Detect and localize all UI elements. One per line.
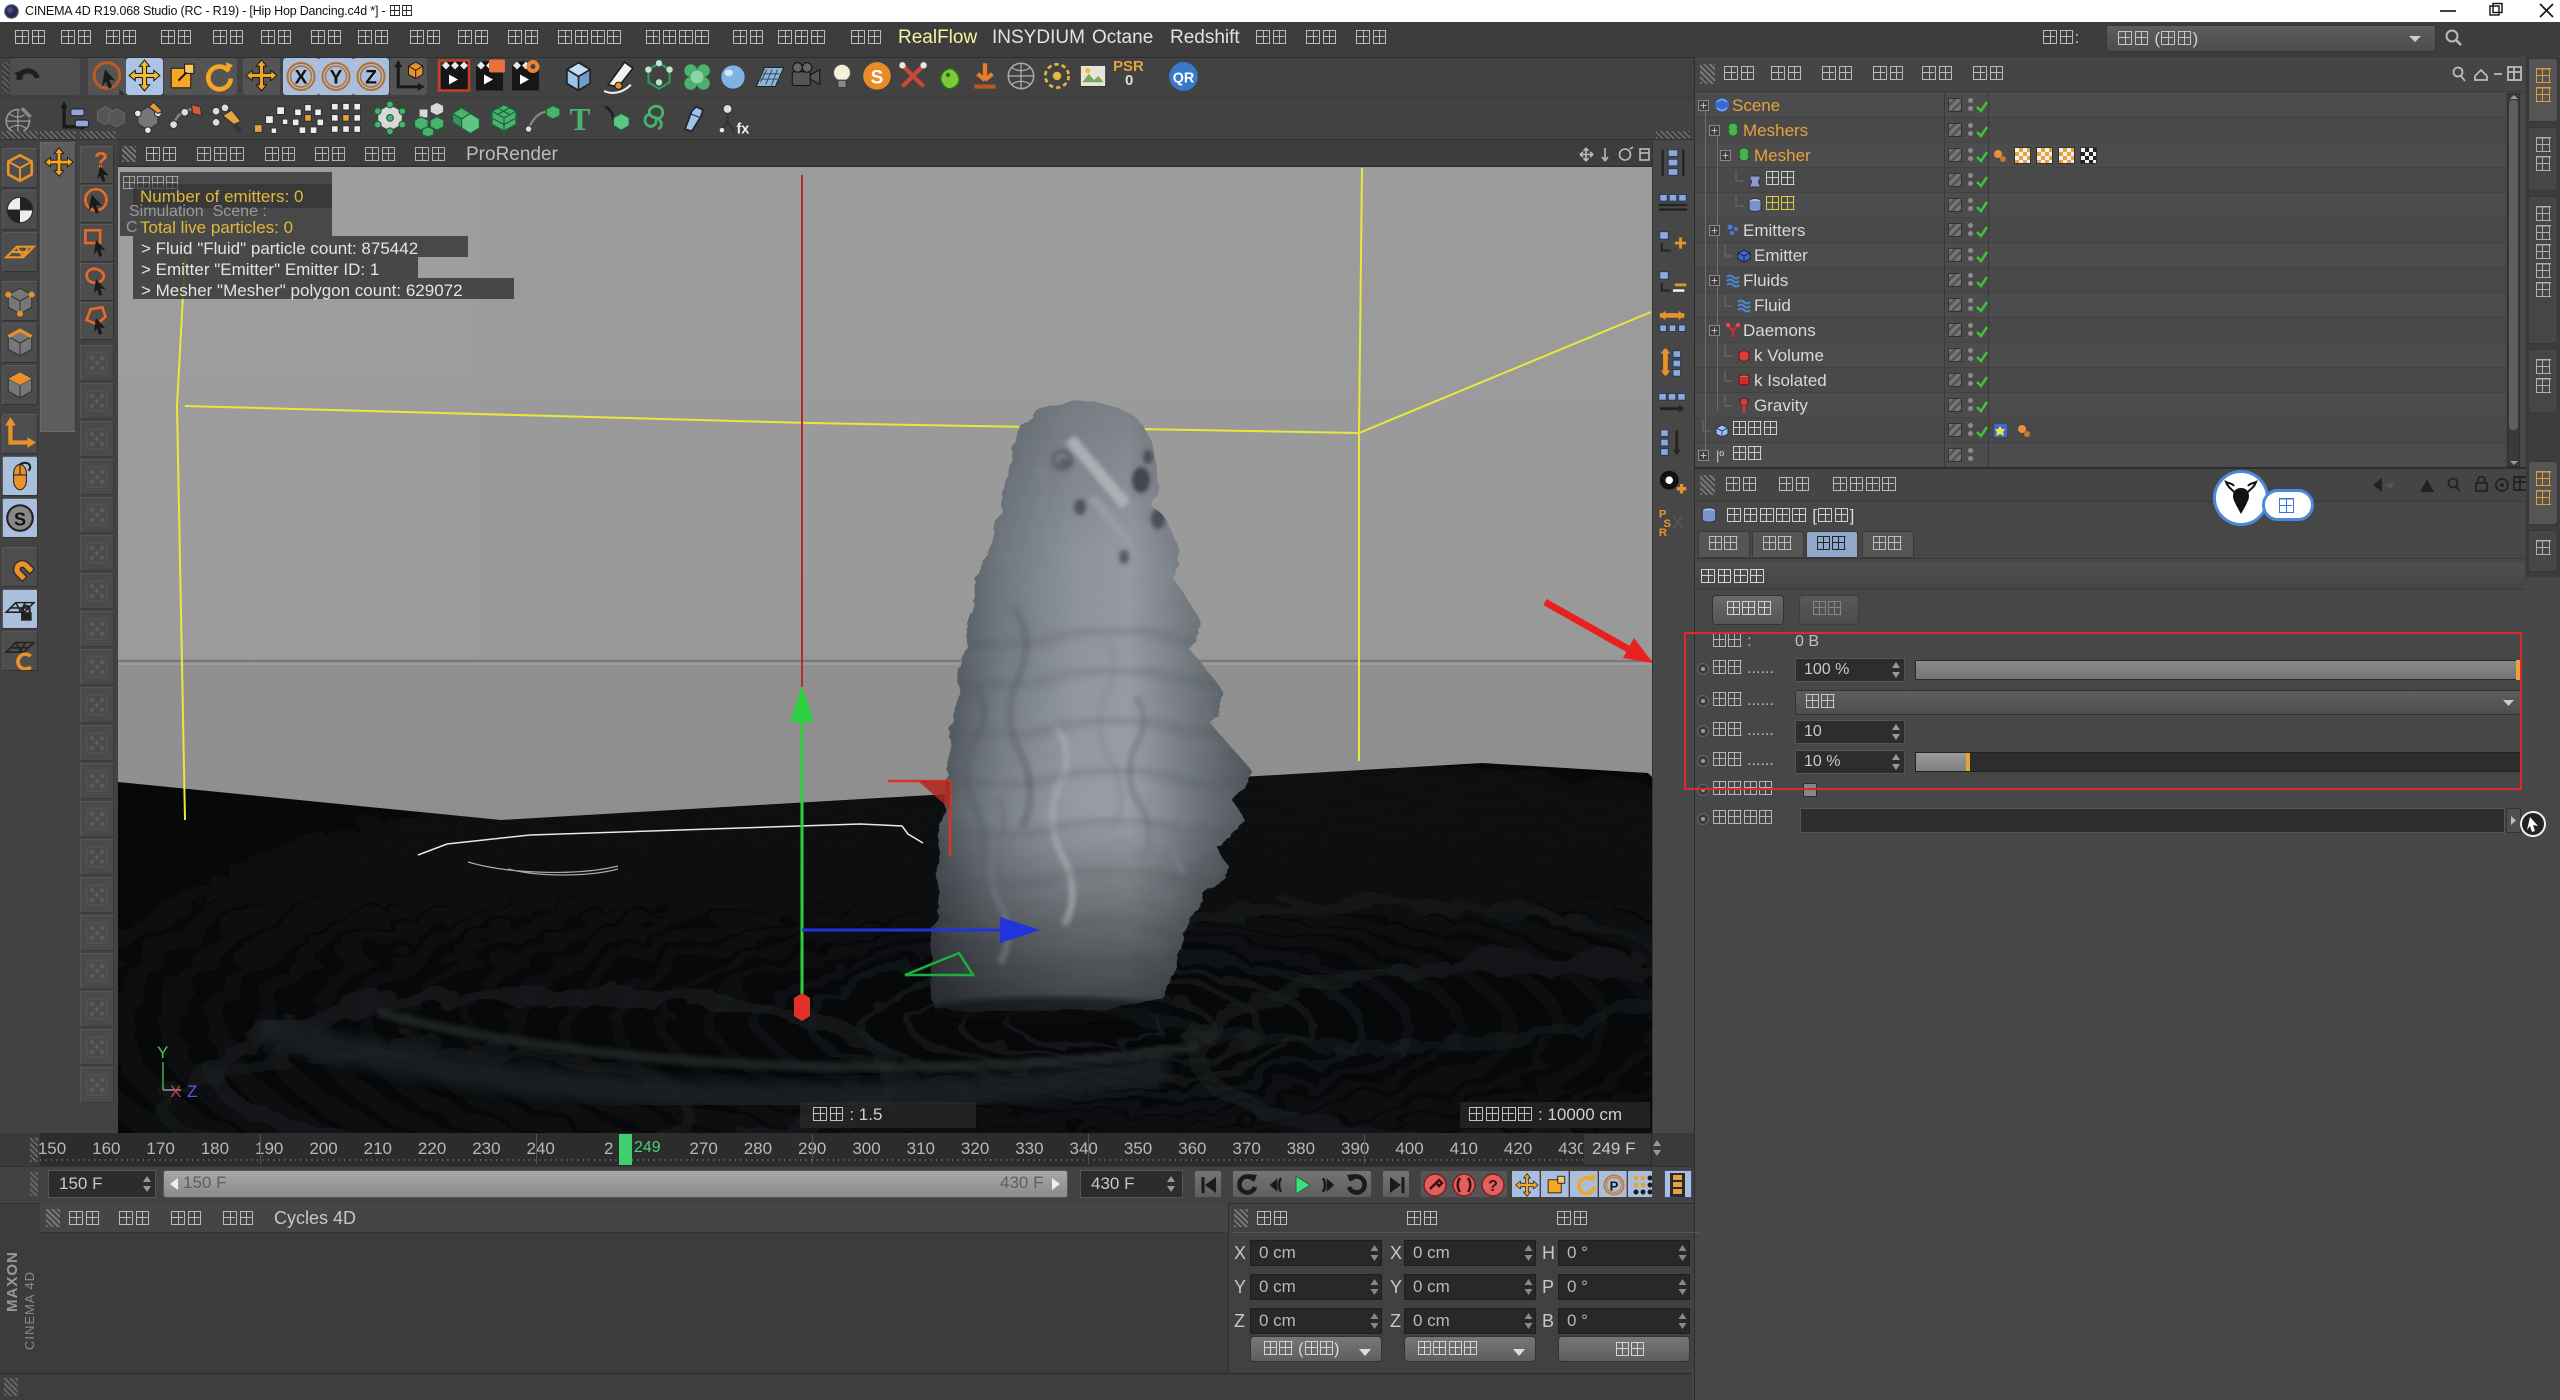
svg-text:S: S	[871, 67, 884, 88]
svg-text:Y: Y	[157, 1043, 168, 1062]
svg-text:T: T	[570, 102, 591, 137]
svg-text:|º: |º	[1716, 448, 1724, 463]
svg-text:Z: Z	[365, 68, 377, 89]
svg-text:X: X	[170, 1082, 181, 1100]
svg-text:R: R	[1659, 527, 1667, 539]
svg-text:Y: Y	[330, 68, 343, 89]
svg-text:Z: Z	[187, 1082, 197, 1100]
svg-text:QR: QR	[1173, 71, 1195, 87]
svg-text:?: ?	[1488, 1178, 1498, 1195]
svg-text:P: P	[1610, 1178, 1619, 1193]
svg-text:S: S	[14, 509, 26, 529]
svg-text:X: X	[295, 68, 308, 89]
svg-text:fx: fx	[736, 122, 749, 138]
